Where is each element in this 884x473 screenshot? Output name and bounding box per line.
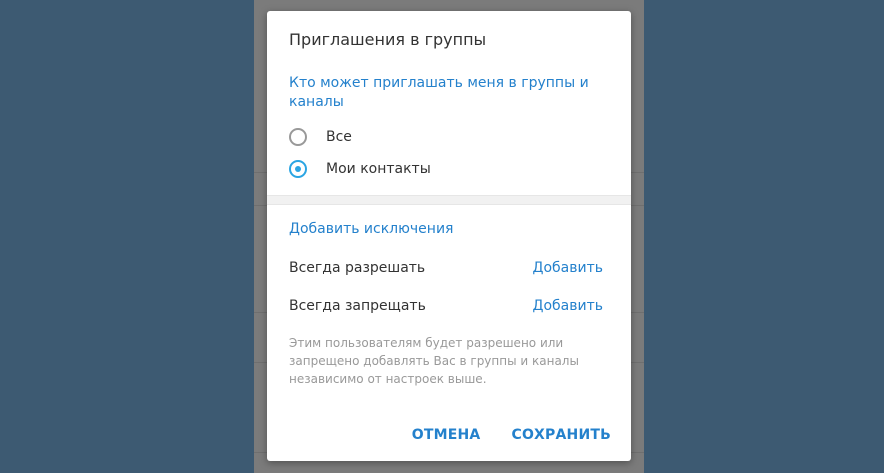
never-allow-add-button[interactable]: Добавить bbox=[533, 296, 603, 316]
add-exceptions-header: Добавить исключения bbox=[289, 221, 454, 237]
radio-label-everybody: Все bbox=[326, 129, 352, 145]
radio-option-everybody[interactable]: Все bbox=[289, 127, 609, 151]
group-invites-dialog: Приглашения в группы Кто может приглашат… bbox=[267, 11, 631, 461]
radio-checked-icon[interactable] bbox=[289, 160, 307, 178]
who-can-invite-header: Кто может приглашать меня в группы и кан… bbox=[289, 75, 589, 110]
radio-dot-icon bbox=[295, 166, 301, 172]
dialog-buttons: ОТМЕНА СОХРАНИТЬ bbox=[412, 425, 611, 445]
save-button[interactable]: СОХРАНИТЬ bbox=[511, 425, 611, 445]
always-allow-add-button[interactable]: Добавить bbox=[533, 258, 603, 278]
never-allow-row[interactable]: Всегда запрещать Добавить bbox=[267, 296, 631, 332]
radio-label-my-contacts: Мои контакты bbox=[326, 161, 431, 177]
section-divider bbox=[267, 195, 631, 205]
exceptions-note: Этим пользователям будет разрешено или з… bbox=[289, 336, 579, 386]
radio-unchecked-icon[interactable] bbox=[289, 128, 307, 146]
cancel-button[interactable]: ОТМЕНА bbox=[412, 425, 481, 445]
radio-option-my-contacts[interactable]: Мои контакты bbox=[289, 159, 609, 183]
always-allow-label: Всегда разрешать bbox=[289, 260, 426, 276]
never-allow-label: Всегда запрещать bbox=[289, 298, 426, 314]
always-allow-row[interactable]: Всегда разрешать Добавить bbox=[267, 258, 631, 294]
dialog-title: Приглашения в группы bbox=[289, 30, 487, 49]
